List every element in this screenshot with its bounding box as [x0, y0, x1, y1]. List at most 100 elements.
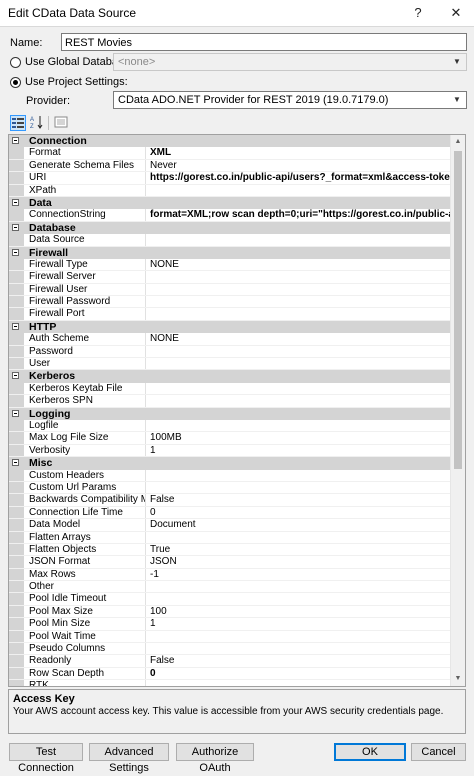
- alphabetical-button[interactable]: A Z: [29, 115, 45, 131]
- property-row[interactable]: Other: [9, 581, 453, 594]
- property-row[interactable]: Format XML: [9, 147, 453, 160]
- property-value[interactable]: format=XML;row scan depth=0;uri="https:/…: [150, 209, 453, 220]
- property-name: Password: [29, 345, 146, 357]
- help-button[interactable]: ?: [402, 0, 434, 26]
- property-row[interactable]: RTK: [9, 680, 453, 686]
- close-button[interactable]: ✕: [440, 0, 472, 26]
- property-value[interactable]: NONE: [150, 259, 453, 270]
- grid-margin: [9, 271, 24, 283]
- property-value[interactable]: NONE: [150, 333, 453, 344]
- property-row[interactable]: Pool Wait Time: [9, 630, 453, 644]
- collapse-icon[interactable]: [12, 322, 19, 330]
- ok-button[interactable]: OK: [334, 743, 406, 761]
- property-row[interactable]: Kerberos Keytab File: [9, 382, 453, 396]
- property-row[interactable]: Verbosity 1: [9, 444, 453, 458]
- property-row[interactable]: Password: [9, 345, 453, 359]
- category-misc[interactable]: Misc: [9, 457, 453, 470]
- collapse-icon[interactable]: [12, 248, 19, 256]
- vertical-scrollbar[interactable]: ▲ ▼: [450, 135, 465, 686]
- property-row[interactable]: Readonly False: [9, 655, 453, 668]
- scroll-down-icon[interactable]: ▼: [451, 672, 465, 686]
- category-data[interactable]: Data: [9, 196, 453, 210]
- property-row[interactable]: URI https://gorest.co.in/public-api/users…: [9, 172, 453, 185]
- property-row[interactable]: Flatten Objects True: [9, 543, 453, 557]
- property-row[interactable]: Pseudo Columns: [9, 643, 453, 656]
- property-row[interactable]: Max Rows -1: [9, 568, 453, 582]
- property-row[interactable]: Custom Url Params: [9, 481, 453, 495]
- property-value[interactable]: 1: [150, 618, 453, 629]
- property-row[interactable]: XPath: [9, 184, 453, 197]
- property-row[interactable]: Generate Schema Files Never: [9, 159, 453, 173]
- grid-margin: [9, 283, 24, 296]
- property-row[interactable]: Firewall User: [9, 283, 453, 297]
- collapse-icon[interactable]: [12, 137, 19, 144]
- property-value[interactable]: Never: [150, 160, 453, 171]
- property-row[interactable]: User: [9, 358, 453, 371]
- category-label: Database: [29, 221, 76, 234]
- project-settings-radio[interactable]: [10, 77, 21, 88]
- property-value[interactable]: 100: [150, 606, 453, 617]
- property-row[interactable]: ConnectionString format=XML;row scan dept…: [9, 209, 453, 222]
- category-http[interactable]: HTTP: [9, 320, 453, 334]
- collapse-icon[interactable]: [12, 372, 19, 380]
- grid-margin: [9, 469, 24, 481]
- property-row[interactable]: Pool Idle Timeout: [9, 593, 453, 606]
- property-row[interactable]: Row Scan Depth 0: [9, 667, 453, 681]
- property-value[interactable]: 0: [150, 507, 453, 518]
- provider-combo[interactable]: CData ADO.NET Provider for REST 2019 (19…: [113, 91, 467, 109]
- property-row[interactable]: Firewall Server: [9, 271, 453, 284]
- property-name: Flatten Arrays: [29, 531, 146, 543]
- name-input[interactable]: REST Movies: [61, 33, 467, 51]
- category-kerberos[interactable]: Kerberos: [9, 370, 453, 383]
- property-row[interactable]: Data Model Document: [9, 519, 453, 532]
- test-connection-button[interactable]: Test Connection: [9, 743, 83, 774]
- global-db-value: <none>: [118, 56, 156, 68]
- property-row[interactable]: Backwards Compatibility Mode False: [9, 494, 453, 507]
- property-row[interactable]: Firewall Password: [9, 296, 453, 309]
- category-logging[interactable]: Logging: [9, 407, 453, 420]
- property-row[interactable]: Pool Max Size 100: [9, 605, 453, 619]
- property-value[interactable]: 1: [150, 445, 453, 456]
- property-row[interactable]: Auth Scheme NONE: [9, 333, 453, 346]
- property-name: Readonly: [29, 655, 146, 667]
- property-value[interactable]: False: [150, 494, 453, 505]
- property-row[interactable]: Firewall Type NONE: [9, 258, 453, 272]
- property-value[interactable]: XML: [150, 147, 453, 158]
- collapse-icon[interactable]: [12, 409, 19, 417]
- category-firewall[interactable]: Firewall: [9, 246, 453, 259]
- property-row[interactable]: Firewall Port: [9, 308, 453, 321]
- property-pages-button[interactable]: [53, 115, 69, 131]
- scroll-thumb[interactable]: [454, 151, 462, 469]
- scroll-up-icon[interactable]: ▲: [451, 135, 465, 149]
- property-value[interactable]: https://gorest.co.in/public-api/users?_f…: [150, 172, 453, 183]
- category-database[interactable]: Database: [9, 221, 453, 235]
- property-row[interactable]: Data Source: [9, 234, 453, 247]
- property-row[interactable]: Pool Min Size 1: [9, 618, 453, 631]
- category-connection[interactable]: Connection: [9, 135, 453, 148]
- collapse-icon[interactable]: [12, 198, 19, 206]
- advanced-settings-button[interactable]: Advanced Settings: [89, 743, 169, 774]
- authorize-oauth-button[interactable]: Authorize OAuth: [176, 743, 254, 774]
- property-value[interactable]: 100MB: [150, 432, 453, 443]
- property-row[interactable]: Connection Life Time 0: [9, 506, 453, 520]
- global-db-radio[interactable]: [10, 57, 21, 68]
- property-row[interactable]: Flatten Arrays: [9, 531, 453, 544]
- property-value[interactable]: Document: [150, 519, 453, 530]
- property-grid[interactable]: Connection Format XML Generate Schema Files…: [8, 134, 466, 687]
- cancel-button[interactable]: Cancel: [411, 743, 466, 761]
- collapse-icon[interactable]: [12, 459, 19, 467]
- property-row[interactable]: Max Log File Size 100MB: [9, 432, 453, 445]
- collapse-icon[interactable]: [12, 223, 19, 231]
- property-row[interactable]: Kerberos SPN: [9, 395, 453, 408]
- property-row[interactable]: Custom Headers: [9, 469, 453, 482]
- property-row[interactable]: JSON Format JSON: [9, 556, 453, 569]
- property-value[interactable]: JSON: [150, 556, 453, 567]
- categorized-button[interactable]: [10, 115, 26, 131]
- property-value[interactable]: -1: [150, 569, 453, 580]
- property-value[interactable]: 0: [150, 668, 453, 679]
- property-name: Format: [29, 147, 146, 159]
- property-value[interactable]: True: [150, 544, 453, 555]
- property-value[interactable]: False: [150, 655, 453, 666]
- alphabetical-icon: A Z: [30, 116, 43, 130]
- property-row[interactable]: Logfile: [9, 419, 453, 433]
